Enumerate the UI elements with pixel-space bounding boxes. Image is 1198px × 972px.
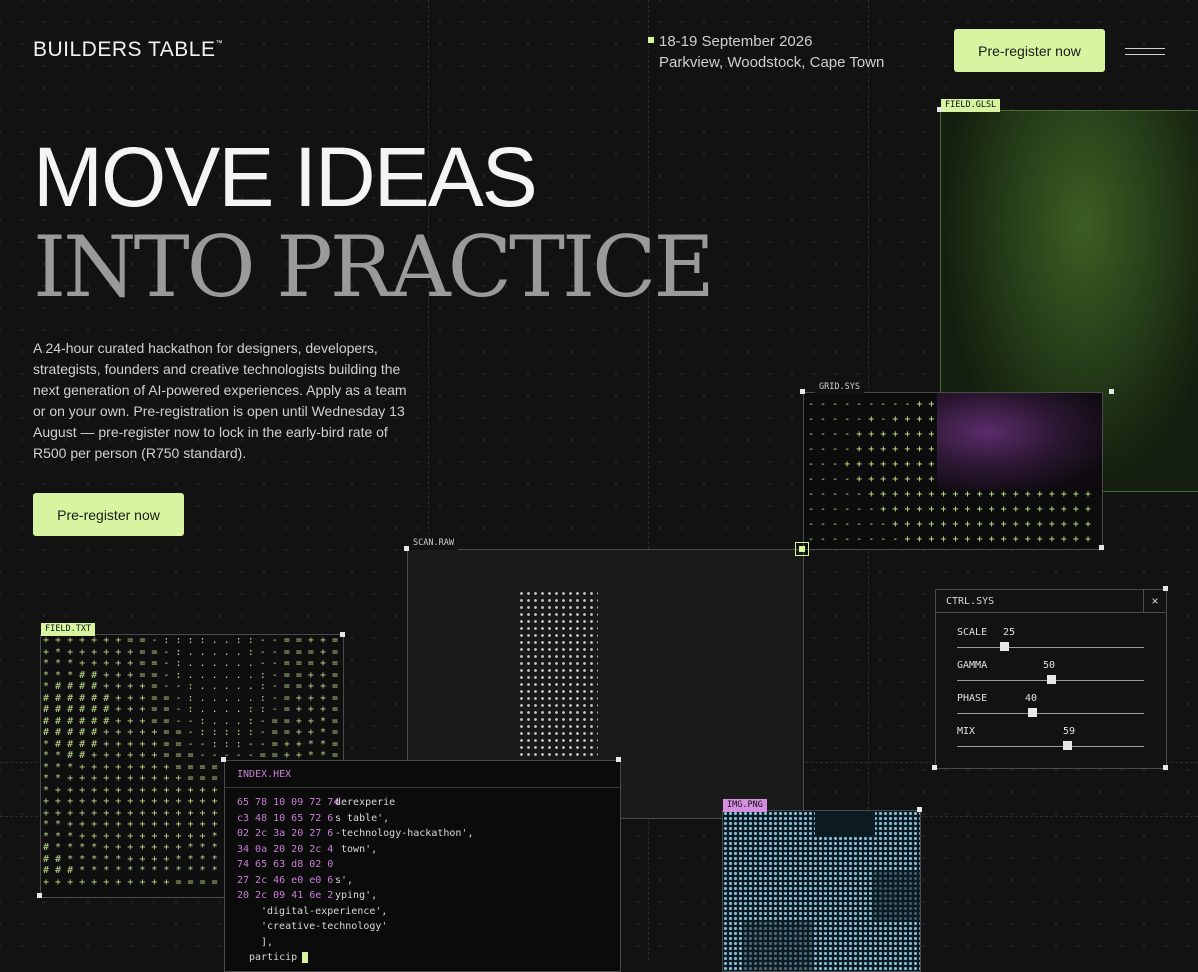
image-region: [815, 811, 875, 835]
slider-phase[interactable]: PHASE 40: [957, 693, 1144, 723]
hero-title-line-2: INTO PRACTICE: [33, 218, 715, 316]
slider-track[interactable]: [957, 713, 1144, 714]
hero-title-line-1: MOVE IDEAS: [33, 130, 538, 224]
logo-text: BUILDERS TABLE: [33, 38, 216, 61]
ctrl-sys-panel: CTRL.SYS × SCALE 25 GAMMA 50 PHASE 40 MIX 59: [935, 589, 1167, 769]
slider-label: MIX: [957, 726, 976, 737]
hex-bytes: 02 2c 3a 20 27 6: [237, 828, 334, 839]
slider-gamma[interactable]: GAMMA 50: [957, 660, 1144, 690]
glsl-panel-label: FIELD.GLSL: [941, 99, 1001, 112]
event-location: Parkview, Woodstock, Cape Town: [659, 54, 885, 71]
hex-bytes: 27 2c 46 e0 e0 6: [237, 874, 334, 886]
slider-value: 40: [1025, 693, 1038, 704]
pre-register-button-header[interactable]: Pre-register now: [954, 29, 1105, 72]
slider-label: PHASE: [957, 693, 988, 704]
corner-handle[interactable]: [1163, 765, 1168, 770]
slider-label: GAMMA: [957, 660, 988, 671]
hex-decoded-text: derexperie: [335, 797, 396, 808]
hex-bytes: c3 48 10 65 72 6: [237, 812, 334, 824]
hex-decoded-text: 'creative-technology': [261, 921, 388, 932]
logo[interactable]: BUILDERS TABLE™: [33, 38, 223, 62]
slider-knob[interactable]: [999, 642, 1009, 651]
grid-sys-panel: - - - - - - - - - + + + + + + + + + + + …: [803, 392, 1103, 550]
hex-bytes: 74 65 63 d8 02 0: [237, 859, 334, 870]
hex-decoded-text: yping',: [335, 890, 378, 901]
slider-track[interactable]: [957, 647, 1144, 648]
hamburger-menu-icon[interactable]: [1125, 46, 1165, 58]
close-icon[interactable]: ×: [1143, 590, 1166, 612]
corner-handle[interactable]: [340, 632, 345, 637]
hex-bytes: 65 78 10 09 72 74: [237, 797, 340, 808]
corner-handle[interactable]: [221, 757, 226, 762]
scan-figure-dots: [518, 590, 598, 760]
corner-handle[interactable]: [937, 107, 942, 112]
image-region: [743, 921, 813, 971]
scan-panel-label: SCAN.RAW: [409, 537, 458, 550]
corner-handle[interactable]: [404, 546, 409, 551]
hex-decoded-text: s',: [335, 874, 354, 886]
hex-decoded-text: -technology-hackathon',: [335, 828, 474, 839]
slider-value: 25: [1003, 627, 1016, 638]
slider-knob[interactable]: [1063, 741, 1073, 750]
hex-decoded-text: 'digital-experience',: [261, 905, 388, 917]
event-date: 18-19 September 2026: [659, 33, 813, 50]
index-hex-panel: INDEX.HEX 65 78 10 09 72 74 derexperie c3 …: [224, 760, 621, 972]
corner-handle[interactable]: [1109, 389, 1114, 394]
corner-handle[interactable]: [37, 893, 42, 898]
trademark-mark: ™: [215, 40, 223, 47]
image-region: [873, 871, 920, 921]
grid-panel-label: GRID.SYS: [815, 381, 864, 394]
drag-handle-icon[interactable]: [795, 542, 809, 556]
corner-handle[interactable]: [1163, 586, 1168, 591]
slider-track[interactable]: [957, 746, 1144, 747]
hex-bytes: 34 0a 20 20 2c 4: [237, 843, 334, 855]
hex-bytes: 20 2c 09 41 6e 2: [237, 890, 334, 901]
event-info: 18-19 September 2026 Parkview, Woodstock…: [648, 31, 884, 73]
slider-value: 59: [1063, 726, 1076, 737]
hex-decoded-text: town',: [335, 843, 378, 855]
pre-register-button[interactable]: Pre-register now: [33, 493, 184, 536]
slider-mix[interactable]: MIX 59: [957, 726, 1144, 756]
slider-knob[interactable]: [1027, 708, 1037, 717]
square-bullet-icon: [648, 37, 654, 43]
slider-knob[interactable]: [1046, 675, 1056, 684]
fieldtxt-panel-label: FIELD.TXT: [41, 623, 96, 636]
img-png-panel: [722, 810, 921, 972]
hex-decoded-text: s table',: [335, 812, 390, 824]
corner-handle[interactable]: [917, 807, 922, 812]
text-cursor: [302, 952, 308, 963]
hero-intro: A 24-hour curated hackathon for designer…: [33, 340, 407, 461]
corner-handle[interactable]: [616, 757, 621, 762]
ctrl-panel-title: CTRL.SYS: [946, 596, 995, 607]
hex-panel-title: INDEX.HEX: [237, 769, 292, 780]
hex-decoded-text: particip: [249, 952, 298, 963]
slider-scale[interactable]: SCALE 25: [957, 627, 1144, 657]
slider-label: SCALE: [957, 627, 988, 638]
corner-handle[interactable]: [932, 765, 937, 770]
hex-decoded-text: ],: [261, 936, 274, 948]
img-panel-label: IMG.PNG: [723, 799, 767, 812]
purple-noise-image: [937, 393, 1102, 490]
corner-handle[interactable]: [800, 389, 805, 394]
corner-handle[interactable]: [1099, 545, 1104, 550]
slider-value: 50: [1043, 660, 1056, 671]
